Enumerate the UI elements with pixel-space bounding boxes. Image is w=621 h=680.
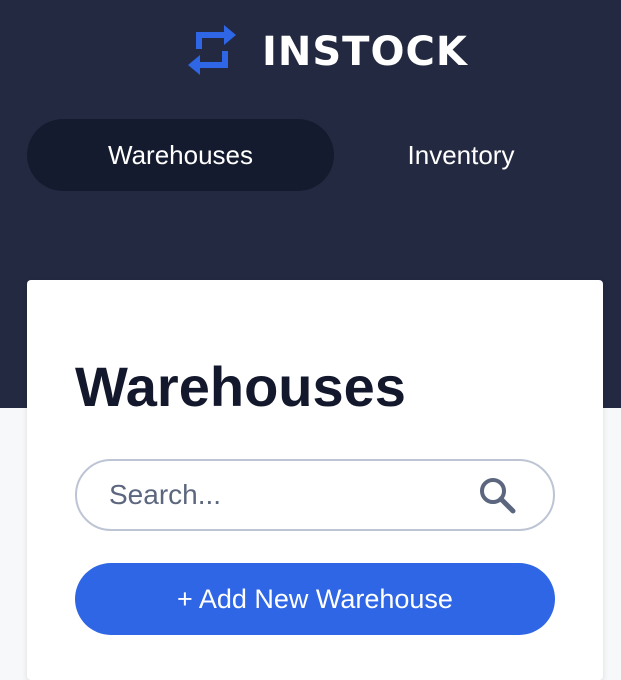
nav-tab-inventory[interactable]: Inventory [327,119,595,191]
nav-tab-warehouses[interactable]: Warehouses [27,119,334,191]
search-input[interactable] [109,479,477,511]
search-icon[interactable] [477,475,517,515]
add-new-warehouse-button[interactable]: + Add New Warehouse [75,563,555,635]
logo[interactable]: INSTOCK [186,24,468,80]
swap-arrows-icon [186,23,238,82]
logo-text: INSTOCK [262,29,468,75]
warehouses-card: Warehouses + Add New Warehouse [27,280,603,680]
main-nav: Warehouses Inventory [27,119,595,191]
page-title: Warehouses [75,355,406,418]
search-box [75,459,555,531]
